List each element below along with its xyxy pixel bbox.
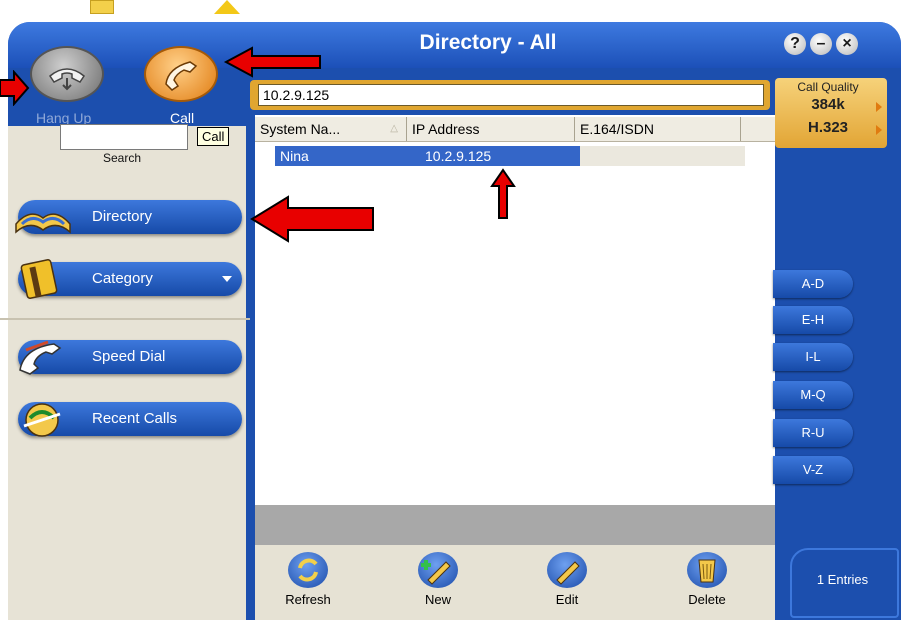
filter-r-u-button[interactable]: R-U xyxy=(773,419,853,447)
entries-count: 1 Entries xyxy=(816,572,869,587)
cell-ip-address: 10.2.9.125 xyxy=(425,148,492,164)
column-header-ip-address[interactable]: IP Address xyxy=(407,117,575,141)
trash-icon xyxy=(687,552,727,588)
filter-i-l-button[interactable]: I-L xyxy=(773,343,853,371)
nav-recent-calls-button[interactable]: Recent Calls xyxy=(18,402,242,437)
nav-divider xyxy=(0,318,250,320)
nav-category-label: Category xyxy=(92,270,153,287)
close-button[interactable]: × xyxy=(836,33,858,55)
new-entry-icon xyxy=(418,552,458,588)
title-bar: Directory - All ? – × xyxy=(8,22,901,68)
address-input[interactable] xyxy=(258,84,764,106)
minimize-button[interactable]: – xyxy=(810,33,832,55)
annotation-arrow-ip xyxy=(490,168,516,219)
call-rate-arrow-icon xyxy=(876,102,882,112)
refresh-icon xyxy=(288,552,328,588)
pencil-icon xyxy=(547,552,587,588)
table-header: System Na... △ IP Address E.164/ISDN xyxy=(255,117,775,142)
list-footer xyxy=(255,505,775,545)
speed-dial-phone-icon xyxy=(19,340,62,375)
selected-row-highlight: Nina 10.2.9.125 xyxy=(275,146,580,166)
nav-directory-button[interactable]: Directory xyxy=(15,200,242,234)
delete-button[interactable]: Delete xyxy=(662,552,752,607)
hang-up-icon xyxy=(48,68,86,91)
search-label: Search xyxy=(102,151,142,165)
refresh-label: Refresh xyxy=(285,592,331,607)
category-book-icon xyxy=(20,259,58,299)
column-header-system-name-label: System Na... xyxy=(260,121,341,137)
book-icon xyxy=(15,213,71,234)
nav-directory-label: Directory xyxy=(92,208,153,225)
new-button[interactable]: New xyxy=(393,552,483,607)
edit-label: Edit xyxy=(555,592,579,607)
nav-speed-dial-button[interactable]: Speed Dial xyxy=(18,340,242,375)
call-button[interactable] xyxy=(144,46,218,102)
recent-calls-icon xyxy=(23,403,61,437)
hang-up-button[interactable] xyxy=(30,46,104,102)
folder-icon xyxy=(90,0,114,14)
call-tooltip: Call xyxy=(197,127,230,146)
call-protocol-arrow-icon xyxy=(876,125,882,135)
search-input[interactable] xyxy=(60,124,188,150)
column-header-e164[interactable]: E.164/ISDN xyxy=(575,117,741,141)
annotation-arrow-call xyxy=(223,46,321,78)
filter-e-h-button[interactable]: E-H xyxy=(773,306,853,334)
edit-button[interactable]: Edit xyxy=(522,552,612,607)
call-protocol[interactable]: H.323 xyxy=(775,119,881,136)
call-rate[interactable]: 384k xyxy=(775,96,881,113)
nav-recent-calls-label: Recent Calls xyxy=(92,410,178,427)
chevron-down-icon xyxy=(222,276,232,282)
filter-m-q-button[interactable]: M-Q xyxy=(773,381,853,409)
nav-category-dropdown[interactable]: Category xyxy=(18,259,242,299)
window-title: Directory - All xyxy=(419,31,557,54)
cell-system-name: Nina xyxy=(280,148,309,164)
delete-label: Delete xyxy=(688,592,726,607)
filter-a-d-button[interactable]: A-D xyxy=(773,270,853,298)
phone-icon xyxy=(165,61,198,91)
help-button[interactable]: ? xyxy=(784,33,806,55)
column-header-system-name[interactable]: System Na... △ xyxy=(255,117,407,141)
call-quality-title: Call Quality xyxy=(797,80,859,94)
refresh-button[interactable]: Refresh xyxy=(263,552,353,607)
new-label: New xyxy=(424,592,451,607)
annotation-arrow-directory xyxy=(250,195,374,243)
annotation-arrow-hang-up xyxy=(0,70,30,106)
nav-speed-dial-label: Speed Dial xyxy=(92,348,166,365)
filter-v-z-button[interactable]: V-Z xyxy=(773,456,853,484)
warning-icon xyxy=(214,0,240,14)
sort-arrow-icon: △ xyxy=(390,123,398,134)
